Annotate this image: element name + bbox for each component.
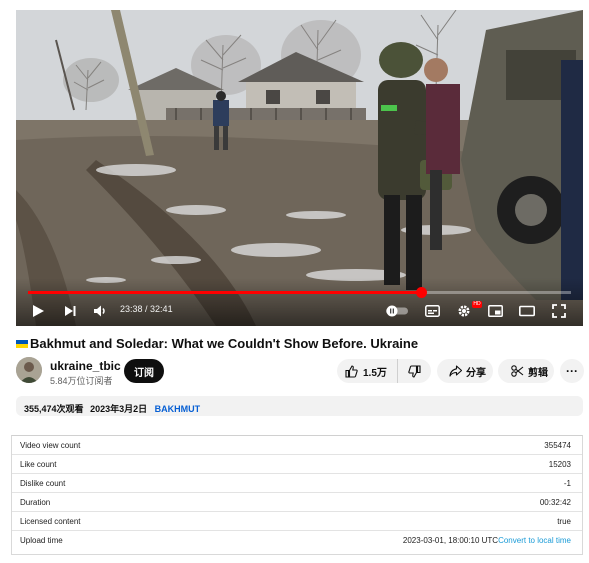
- stats-label: Like count: [20, 460, 57, 469]
- stats-row-dislike-count: Dislike count -1: [12, 474, 582, 493]
- stats-value: 2023-03-01, 18:00:10 UTC: [402, 536, 499, 545]
- clip-label: 剪辑: [528, 367, 548, 379]
- stats-row-licensed-content: Licensed content true: [12, 512, 582, 531]
- fullscreen-button[interactable]: [549, 300, 569, 322]
- stats-label: Upload time: [20, 536, 63, 545]
- stats-label: Video view count: [20, 441, 81, 450]
- total-duration: 32:41: [150, 304, 173, 314]
- subscriber-count: 5.84万位订阅者: [50, 376, 113, 386]
- stats-label: Duration: [20, 498, 51, 507]
- stats-label: Licensed content: [20, 517, 81, 526]
- channel-avatar[interactable]: [16, 357, 42, 383]
- page: 23:38 / 32:41 HD Bakhmut and Soledar: Wh…: [0, 0, 589, 563]
- thumbs-down-icon: [408, 364, 421, 378]
- hashtag-link[interactable]: BAKHMUT: [155, 404, 201, 414]
- stats-row-view-count: Video view count 355474: [12, 436, 582, 455]
- miniplayer-icon: [487, 305, 503, 317]
- stats-value: 355474: [544, 441, 571, 450]
- video-title-text: Bakhmut and Soledar: What we Couldn't Sh…: [30, 336, 419, 351]
- stats-value: true: [557, 517, 571, 526]
- current-time: 23:38: [120, 304, 143, 314]
- next-button[interactable]: [60, 300, 80, 322]
- time-display: 23:38 / 32:41: [120, 304, 173, 314]
- like-button[interactable]: 1.5万: [337, 359, 398, 383]
- volume-icon: [93, 305, 105, 317]
- video-stats-table: Video view count 355474 Like count 15203…: [11, 435, 583, 555]
- description-box[interactable]: 355,474次观看 2023年3月2日 BAKHMUT: [16, 396, 583, 416]
- stats-row-duration: Duration 00:32:42: [12, 493, 582, 512]
- hd-badge: HD: [472, 301, 482, 308]
- video-title: Bakhmut and Soledar: What we Couldn't Sh…: [16, 336, 418, 351]
- play-button[interactable]: [28, 300, 48, 322]
- fullscreen-icon: [552, 304, 566, 318]
- theater-mode-button[interactable]: [517, 300, 537, 322]
- share-label: 分享: [466, 367, 486, 379]
- stats-value-group: 2023-03-01, 18:00:10 UTCConvert to local…: [403, 536, 571, 545]
- clip-button[interactable]: 剪辑: [498, 359, 554, 383]
- flag-stripe-bottom: [16, 344, 28, 348]
- view-count: 355,474次观看: [24, 404, 84, 414]
- more-icon: ···: [566, 364, 578, 378]
- volume-button[interactable]: [90, 300, 110, 322]
- scissors-icon: [511, 365, 524, 377]
- more-actions-button[interactable]: ···: [560, 359, 584, 383]
- progress-scrubber[interactable]: [415, 287, 427, 298]
- subtitles-button[interactable]: [422, 300, 442, 322]
- autoplay-toggle[interactable]: [384, 300, 410, 322]
- dislike-button[interactable]: [398, 359, 431, 383]
- like-count: 1.5万: [363, 367, 387, 379]
- channel-name[interactable]: ukraine_tbic: [50, 359, 121, 373]
- share-button[interactable]: 分享: [437, 359, 493, 383]
- thumbs-up-icon: [345, 364, 358, 378]
- convert-local-time-link[interactable]: Convert to local time: [498, 536, 571, 545]
- play-icon: [33, 305, 44, 317]
- next-icon: [65, 306, 76, 316]
- time-separator: /: [142, 304, 151, 314]
- publish-date: 2023年3月2日: [90, 404, 148, 414]
- like-dislike-group: 1.5万: [337, 359, 431, 383]
- ukraine-flag-icon: [16, 340, 28, 348]
- subscribe-button[interactable]: 订阅: [124, 359, 164, 383]
- share-icon: [449, 365, 462, 377]
- settings-button[interactable]: [454, 300, 474, 322]
- stats-label: Dislike count: [20, 479, 66, 488]
- miniplayer-button[interactable]: [485, 300, 505, 322]
- progress-fill: [28, 291, 421, 294]
- video-player[interactable]: 23:38 / 32:41 HD: [16, 10, 583, 326]
- settings-icon: [458, 305, 470, 317]
- subtitles-icon: [424, 305, 440, 317]
- progress-bar[interactable]: [28, 287, 571, 298]
- stats-value: 15203: [548, 460, 571, 469]
- avatar-icon: [16, 357, 42, 383]
- stats-value: 00:32:42: [539, 498, 571, 507]
- theater-icon: [519, 305, 535, 317]
- autoplay-toggle-icon: [386, 305, 408, 317]
- stats-row-upload-time: Upload time 2023-03-01, 18:00:10 UTCConv…: [12, 531, 582, 550]
- stats-value: -1: [563, 479, 571, 488]
- stats-row-like-count: Like count 15203: [12, 455, 582, 474]
